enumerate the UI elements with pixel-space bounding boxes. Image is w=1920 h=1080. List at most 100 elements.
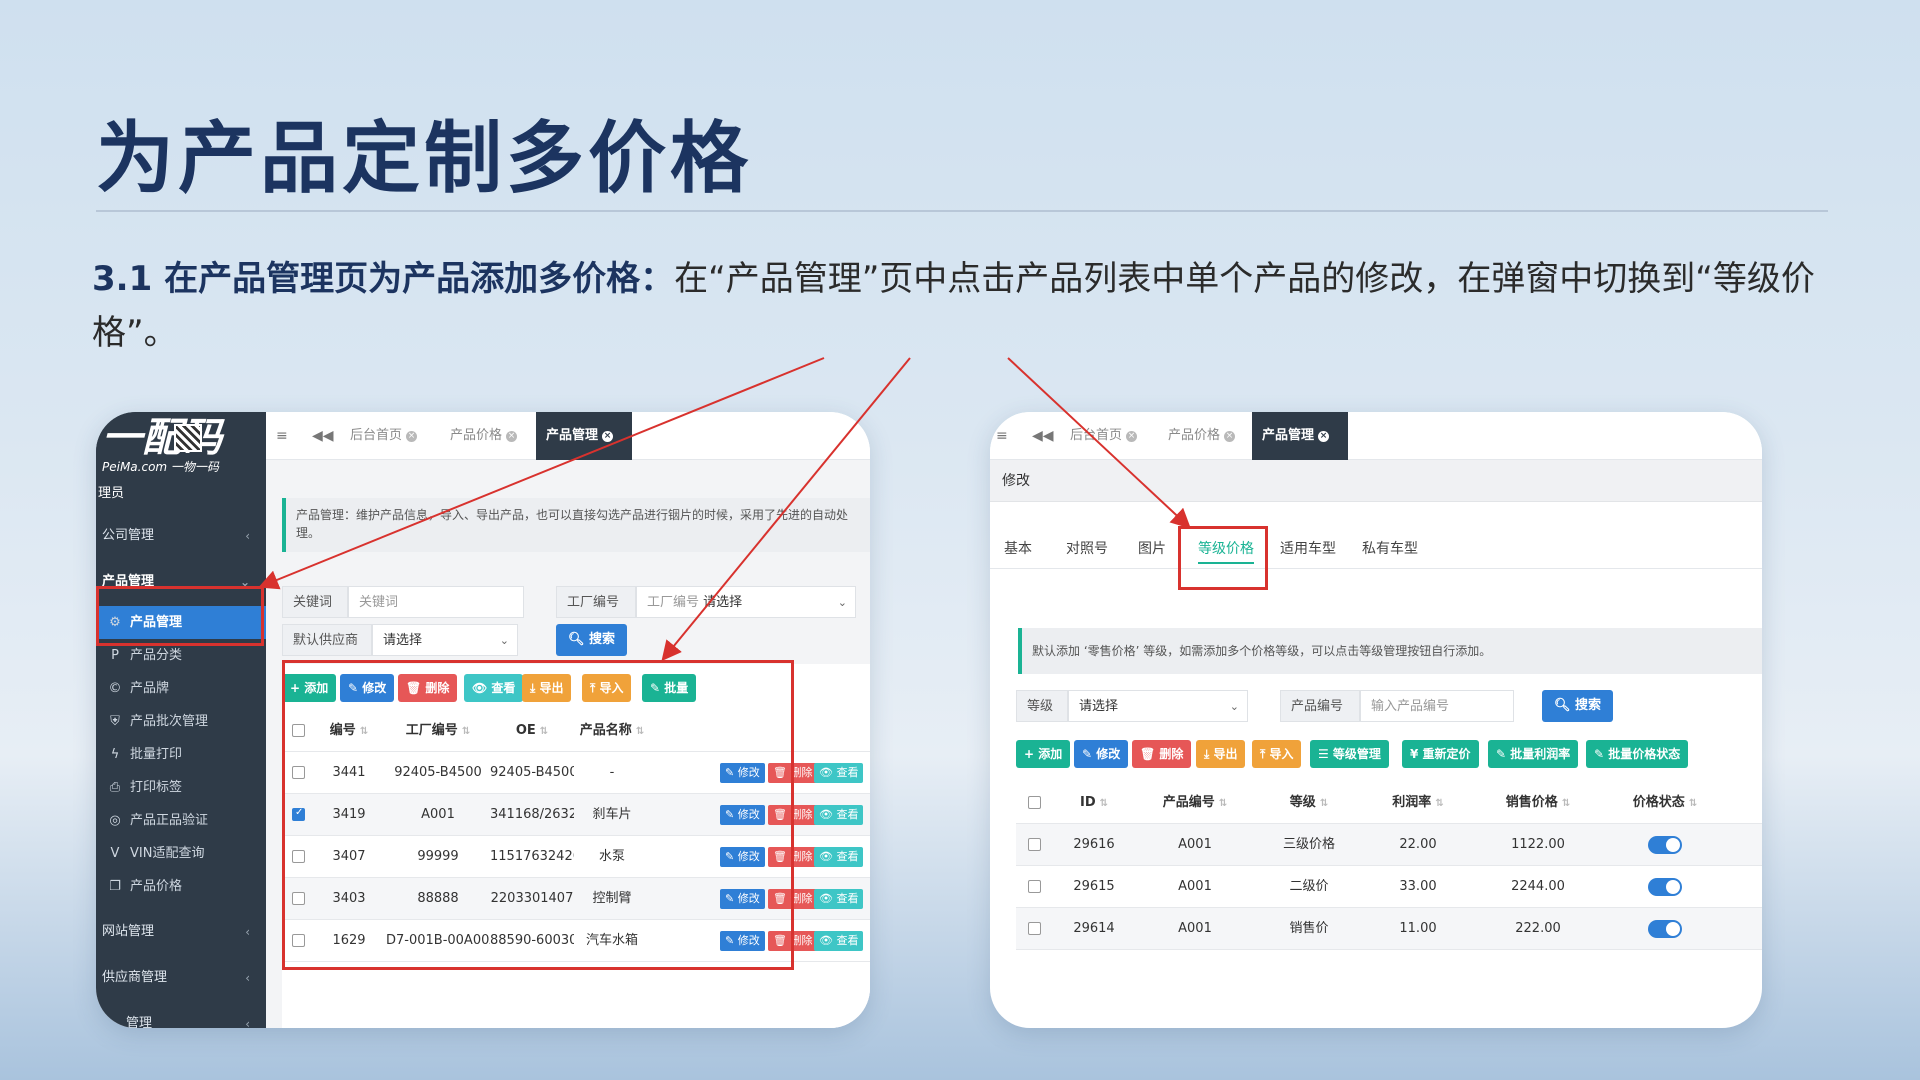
highlight-level-price-tab xyxy=(1178,526,1268,590)
column-header[interactable]: 等级 ⇅ xyxy=(1258,782,1360,824)
sort-icon[interactable]: ⇅ xyxy=(1562,798,1570,809)
rewind-icon[interactable]: ◀◀ xyxy=(1032,412,1054,460)
menu-icon[interactable]: ≡ xyxy=(996,412,1008,460)
toolbar-button-0[interactable]: + 添加 xyxy=(1016,740,1071,768)
modal-tab-1[interactable]: 对照号 xyxy=(1066,534,1108,564)
toolbar-button-5[interactable]: ☰ 等级管理 xyxy=(1310,740,1389,768)
column-header-label: 利润率 xyxy=(1392,795,1432,810)
row-action-2[interactable]: 👁 查看 xyxy=(814,889,864,909)
close-icon[interactable]: × xyxy=(506,431,518,442)
product-code-label: 产品编号 xyxy=(1280,690,1360,722)
search-icon: 🔍︎ xyxy=(1554,698,1576,713)
tab-product-manage[interactable]: 产品管理 × xyxy=(1252,412,1348,460)
close-icon[interactable]: × xyxy=(406,431,418,442)
column-header[interactable]: 销售价格 ⇅ xyxy=(1476,782,1600,824)
menu-icon[interactable]: ≡ xyxy=(276,412,288,460)
keyword-label: 关键词 xyxy=(282,586,348,618)
search-button[interactable]: 🔍︎ 搜索 xyxy=(1542,690,1614,722)
toolbar-button-6[interactable]: ¥ 重新定价 xyxy=(1402,740,1479,768)
tab-bar: ≡ ◀◀ 后台首页 × 产品价格 × 产品管理 × xyxy=(266,412,870,460)
level-select[interactable]: 请选择 ⌄ xyxy=(1068,690,1248,722)
supplier-select[interactable]: 请选择 ⌄ xyxy=(372,624,518,656)
bolt-icon: ϟ xyxy=(110,747,120,762)
sort-icon[interactable]: ⇅ xyxy=(1100,798,1108,809)
tab-product-price[interactable]: 产品价格 × xyxy=(1158,412,1245,460)
sort-icon[interactable]: ⇅ xyxy=(1219,798,1227,809)
tab-home[interactable]: 后台首页 × xyxy=(340,412,427,460)
sidebar-item-5[interactable]: ⎙ 打印标签 xyxy=(96,771,266,804)
close-icon[interactable]: × xyxy=(1126,431,1138,442)
price-status-toggle[interactable] xyxy=(1648,920,1682,938)
toolbar-button-3[interactable]: ⤓ 导出 xyxy=(1196,740,1246,768)
price-status-toggle[interactable] xyxy=(1648,878,1682,896)
sidebar-group-website[interactable]: 网站管理 ‹ xyxy=(96,912,266,952)
price-status-toggle[interactable] xyxy=(1648,836,1682,854)
search-button-label: 搜索 xyxy=(1575,698,1602,713)
sidebar-item-4[interactable]: ϟ 批量打印 xyxy=(96,738,266,771)
sidebar-item-6[interactable]: ◎ 产品正品验证 xyxy=(96,804,266,837)
cell-price: 1122.00 xyxy=(1511,837,1565,852)
column-header-label: ID xyxy=(1079,795,1096,810)
vin-icon: V xyxy=(110,846,120,861)
column-header[interactable]: ID ⇅ xyxy=(1056,782,1132,824)
keyword-input[interactable]: 关键词 xyxy=(348,586,524,618)
sidebar-group-manage[interactable]: 管理 ‹ xyxy=(96,1004,266,1028)
toolbar-button-8[interactable]: ✎ 批量价格状态 xyxy=(1586,740,1689,768)
toolbar-button-1[interactable]: ✎ 修改 xyxy=(1074,740,1129,768)
row-checkbox[interactable] xyxy=(1028,838,1041,851)
modal-tab-2[interactable]: 图片 xyxy=(1138,534,1166,564)
slide-title: 为产品定制多价格 xyxy=(96,114,753,204)
factory-code-placeholder: 工厂编号 xyxy=(647,595,700,610)
sidebar-item-label: 批量打印 xyxy=(130,747,183,762)
cell-id: 29615 xyxy=(1073,879,1115,894)
toolbar-button-2[interactable]: 🗑 删除 xyxy=(1132,740,1192,768)
sidebar-item-7[interactable]: V VIN适配查询 xyxy=(96,837,266,870)
column-header[interactable]: 利润率 ⇅ xyxy=(1360,782,1476,824)
tab-label: 产品管理 xyxy=(1262,428,1315,443)
sidebar-item-8[interactable]: ❐ 产品价格 xyxy=(96,870,266,903)
rewind-icon[interactable]: ◀◀ xyxy=(312,412,334,460)
sidebar-group-company[interactable]: 公司管理 ‹ xyxy=(96,516,266,556)
sidebar-group-supplier[interactable]: 供应商管理 ‹ xyxy=(96,958,266,998)
row-action-2[interactable]: 👁 查看 xyxy=(814,805,864,825)
sort-icon[interactable]: ⇅ xyxy=(1435,798,1443,809)
cell-code: A001 xyxy=(1178,837,1212,852)
info-box: 默认添加 ‘零售价格’ 等级，如需添加多个价格等级，可以点击等级管理按钮自行添加… xyxy=(1018,628,1762,674)
toolbar-button-4[interactable]: ⤒ 导入 xyxy=(1252,740,1302,768)
sort-icon[interactable]: ⇅ xyxy=(1689,798,1697,809)
cell-margin: 33.00 xyxy=(1399,879,1437,894)
factory-code-input[interactable]: 工厂编号 请选择 ⌄ xyxy=(636,586,856,618)
sidebar-item-3[interactable]: ⛨ 产品批次管理 xyxy=(96,705,266,738)
tab-label: 后台首页 xyxy=(350,428,403,443)
column-header-label: 销售价格 xyxy=(1505,795,1558,810)
factory-code-select[interactable]: 请选择 xyxy=(703,595,742,610)
row-checkbox[interactable] xyxy=(1028,880,1041,893)
tab-home[interactable]: 后台首页 × xyxy=(1060,412,1147,460)
close-icon[interactable]: × xyxy=(1224,431,1236,442)
tab-product-manage[interactable]: 产品管理 × xyxy=(536,412,632,460)
chevron-left-icon: ‹ xyxy=(245,971,250,985)
column-header-label: 产品编号 xyxy=(1162,795,1215,810)
product-code-input[interactable]: 输入产品编号 xyxy=(1360,690,1514,722)
sidebar-item-2[interactable]: © 产品牌 xyxy=(96,672,266,705)
row-action-2[interactable]: 👁 查看 xyxy=(814,931,864,951)
tab-bar: ≡ ◀◀ 后台首页 × 产品价格 × 产品管理 × xyxy=(990,412,1762,460)
column-header[interactable]: 产品编号 ⇅ xyxy=(1132,782,1258,824)
toolbar-button-7[interactable]: ✎ 批量利润率 xyxy=(1488,740,1579,768)
close-icon[interactable]: × xyxy=(602,431,614,442)
column-header[interactable]: 价格状态 ⇅ xyxy=(1600,782,1730,824)
close-icon[interactable]: × xyxy=(1318,431,1330,442)
tab-product-price[interactable]: 产品价格 × xyxy=(440,412,527,460)
modal-tab-0[interactable]: 基本 xyxy=(1004,534,1032,564)
modal-tab-4[interactable]: 适用车型 xyxy=(1280,534,1336,564)
sort-icon[interactable]: ⇅ xyxy=(1320,798,1328,809)
sidebar-group-label: 公司管理 xyxy=(102,528,155,543)
cell-level: 二级价 xyxy=(1289,879,1329,894)
row-action-2[interactable]: 👁 查看 xyxy=(814,763,864,783)
select-all-checkbox[interactable] xyxy=(1028,796,1041,809)
tab-label: 产品价格 xyxy=(1168,428,1221,443)
row-checkbox[interactable] xyxy=(1028,922,1041,935)
search-button[interactable]: 🔍︎ 搜索 xyxy=(556,624,628,656)
modal-tab-5[interactable]: 私有车型 xyxy=(1362,534,1418,564)
row-action-2[interactable]: 👁 查看 xyxy=(814,847,864,867)
